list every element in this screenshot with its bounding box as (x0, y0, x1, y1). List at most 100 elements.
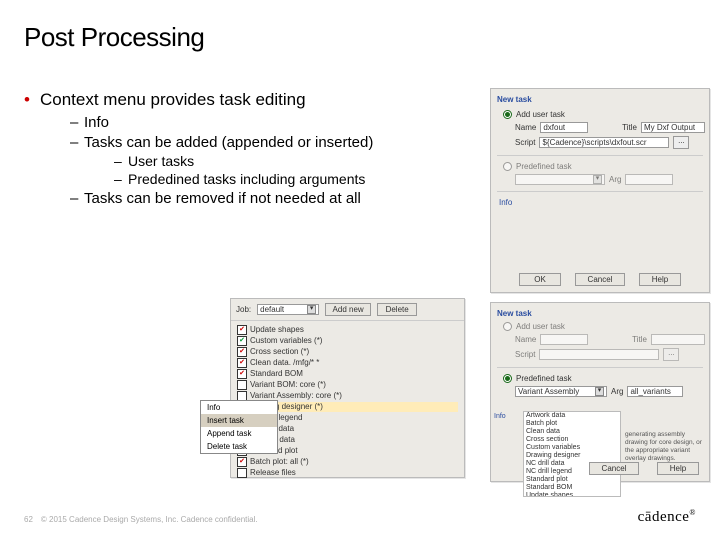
list-item[interactable]: Batch plot (524, 420, 620, 428)
name-label: Name (515, 335, 536, 344)
ctx-insert[interactable]: Insert task (201, 414, 277, 427)
task-item[interactable]: Release files (237, 468, 458, 478)
title-input[interactable]: My Dxf Output (641, 122, 705, 133)
list-item[interactable]: Artwork data (524, 412, 620, 420)
cadence-logo: cādence® (638, 509, 696, 526)
list-item[interactable]: Custom variables (524, 444, 620, 452)
bullet-l0-text: Context menu provides task editing (40, 90, 306, 109)
title-label: Title (622, 123, 637, 132)
task-label: Release files (250, 468, 296, 478)
task-item[interactable]: ✔Standard BOM (237, 369, 458, 379)
name-label: Name (515, 123, 536, 132)
predefined-select[interactable]: ▾ (515, 174, 605, 185)
radio-on-icon (503, 374, 512, 383)
addnew-button[interactable]: Add new (325, 303, 371, 316)
context-menu: Info Insert task Append task Delete task (200, 400, 278, 454)
page-number: 62 (24, 515, 33, 524)
checkbox[interactable]: ✔ (237, 336, 247, 346)
delete-button[interactable]: Delete (377, 303, 417, 316)
task-label: Batch plot: all (*) (250, 457, 309, 467)
bullet-info: Info (70, 114, 484, 131)
new-task-panel-top: New task Add user task Name dxfout Title… (490, 88, 710, 293)
script-input[interactable]: ${Cadence}\scripts\dxfout.scr (539, 137, 669, 148)
list-item[interactable]: Cross section (524, 436, 620, 444)
arg-label: Arg (611, 387, 623, 396)
bullet-predefined: Prededined tasks including arguments (114, 171, 484, 187)
chevron-down-icon: ▾ (593, 175, 602, 184)
job-select[interactable]: default▾ (257, 304, 319, 315)
help-button[interactable]: Help (657, 462, 699, 475)
footer: 62 © 2015 Cadence Design Systems, Inc. C… (24, 515, 258, 524)
task-label: Cross section (*) (250, 347, 309, 357)
predefined-select[interactable]: Variant Assembly▾ (515, 386, 607, 397)
task-label: Standard BOM (250, 369, 303, 379)
script-label: Script (515, 350, 535, 359)
job-label: Job: (236, 305, 251, 314)
ctx-append[interactable]: Append task (201, 427, 277, 440)
checkbox[interactable] (237, 468, 247, 478)
checkbox[interactable]: ✔ (237, 358, 247, 368)
task-item[interactable]: ✔Batch plot: all (*) (237, 457, 458, 467)
info-label: Info (494, 413, 520, 420)
task-item[interactable]: ✔Update shapes (237, 325, 458, 335)
checkbox[interactable]: ✔ (237, 347, 247, 357)
script-input[interactable] (539, 349, 659, 360)
list-item[interactable]: Standard plot (524, 476, 620, 484)
ctx-info[interactable]: Info (201, 401, 277, 414)
radio-add-user[interactable]: Add user task (503, 322, 705, 331)
new-task-panel-bottom: New task Add user task Name Title Script… (490, 302, 710, 482)
bullet-add-text: Tasks can be added (appended or inserted… (84, 134, 373, 151)
arg-label: Arg (609, 175, 621, 184)
task-item[interactable]: ✔Custom variables (*) (237, 336, 458, 346)
ok-button[interactable]: OK (519, 273, 561, 286)
copyright: © 2015 Cadence Design Systems, Inc. Cade… (41, 515, 258, 524)
arg-input[interactable]: all_variants (627, 386, 683, 397)
task-item[interactable]: ✔Cross section (*) (237, 347, 458, 357)
title-input[interactable] (651, 334, 705, 345)
radio-predefined[interactable]: Predefined task (503, 374, 705, 383)
browse-button[interactable]: ... (673, 136, 689, 149)
bullet-user-tasks: User tasks (114, 153, 484, 169)
bullet-l0: Context menu provides task editing Info … (24, 90, 484, 207)
list-item[interactable]: Drawing designer (524, 452, 620, 460)
cancel-button[interactable]: Cancel (589, 462, 639, 475)
predefined-listbox[interactable]: Artwork dataBatch plotClean dataCross se… (523, 411, 621, 497)
list-item[interactable]: Standard BOM (524, 484, 620, 492)
script-label: Script (515, 138, 535, 147)
help-button[interactable]: Help (639, 273, 681, 286)
radio-on-icon (503, 110, 512, 119)
title-label: Title (632, 335, 647, 344)
task-label: Clean data. /mfg/* * (250, 358, 319, 368)
checkbox[interactable]: ✔ (237, 325, 247, 335)
slide-title: Post Processing (24, 22, 696, 53)
ctx-delete[interactable]: Delete task (201, 440, 277, 453)
name-input[interactable]: dxfout (540, 122, 588, 133)
list-item[interactable]: Clean data (524, 428, 620, 436)
checkbox[interactable]: ✔ (237, 457, 247, 467)
arg-input[interactable] (625, 174, 673, 185)
info-text: generating assembly drawing for core des… (625, 431, 709, 463)
chevron-down-icon: ▾ (595, 387, 604, 396)
task-label: Custom variables (*) (250, 336, 322, 346)
name-input[interactable] (540, 334, 588, 345)
list-item[interactable]: Update shapes (524, 492, 620, 497)
bullet-add: Tasks can be added (appended or inserted… (70, 134, 484, 187)
task-label: Variant BOM: core (*) (250, 380, 326, 390)
cancel-button[interactable]: Cancel (575, 273, 625, 286)
browse-button[interactable]: ... (663, 348, 679, 361)
radio-off-icon (503, 322, 512, 331)
task-label: Update shapes (250, 325, 304, 335)
panel-header: New task (497, 95, 705, 104)
panel-header: New task (497, 309, 705, 318)
info-label: Info (499, 198, 705, 207)
task-item[interactable]: Variant BOM: core (*) (237, 380, 458, 390)
chevron-down-icon: ▾ (307, 305, 316, 314)
radio-off-icon (503, 162, 512, 171)
radio-add-user[interactable]: Add user task (503, 110, 705, 119)
checkbox[interactable] (237, 380, 247, 390)
task-item[interactable]: ✔Clean data. /mfg/* * (237, 358, 458, 368)
bullet-remove: Tasks can be removed if not needed at al… (70, 190, 484, 207)
bullet-block: Context menu provides task editing Info … (24, 90, 484, 213)
checkbox[interactable]: ✔ (237, 369, 247, 379)
radio-predefined[interactable]: Predefined task (503, 162, 705, 171)
